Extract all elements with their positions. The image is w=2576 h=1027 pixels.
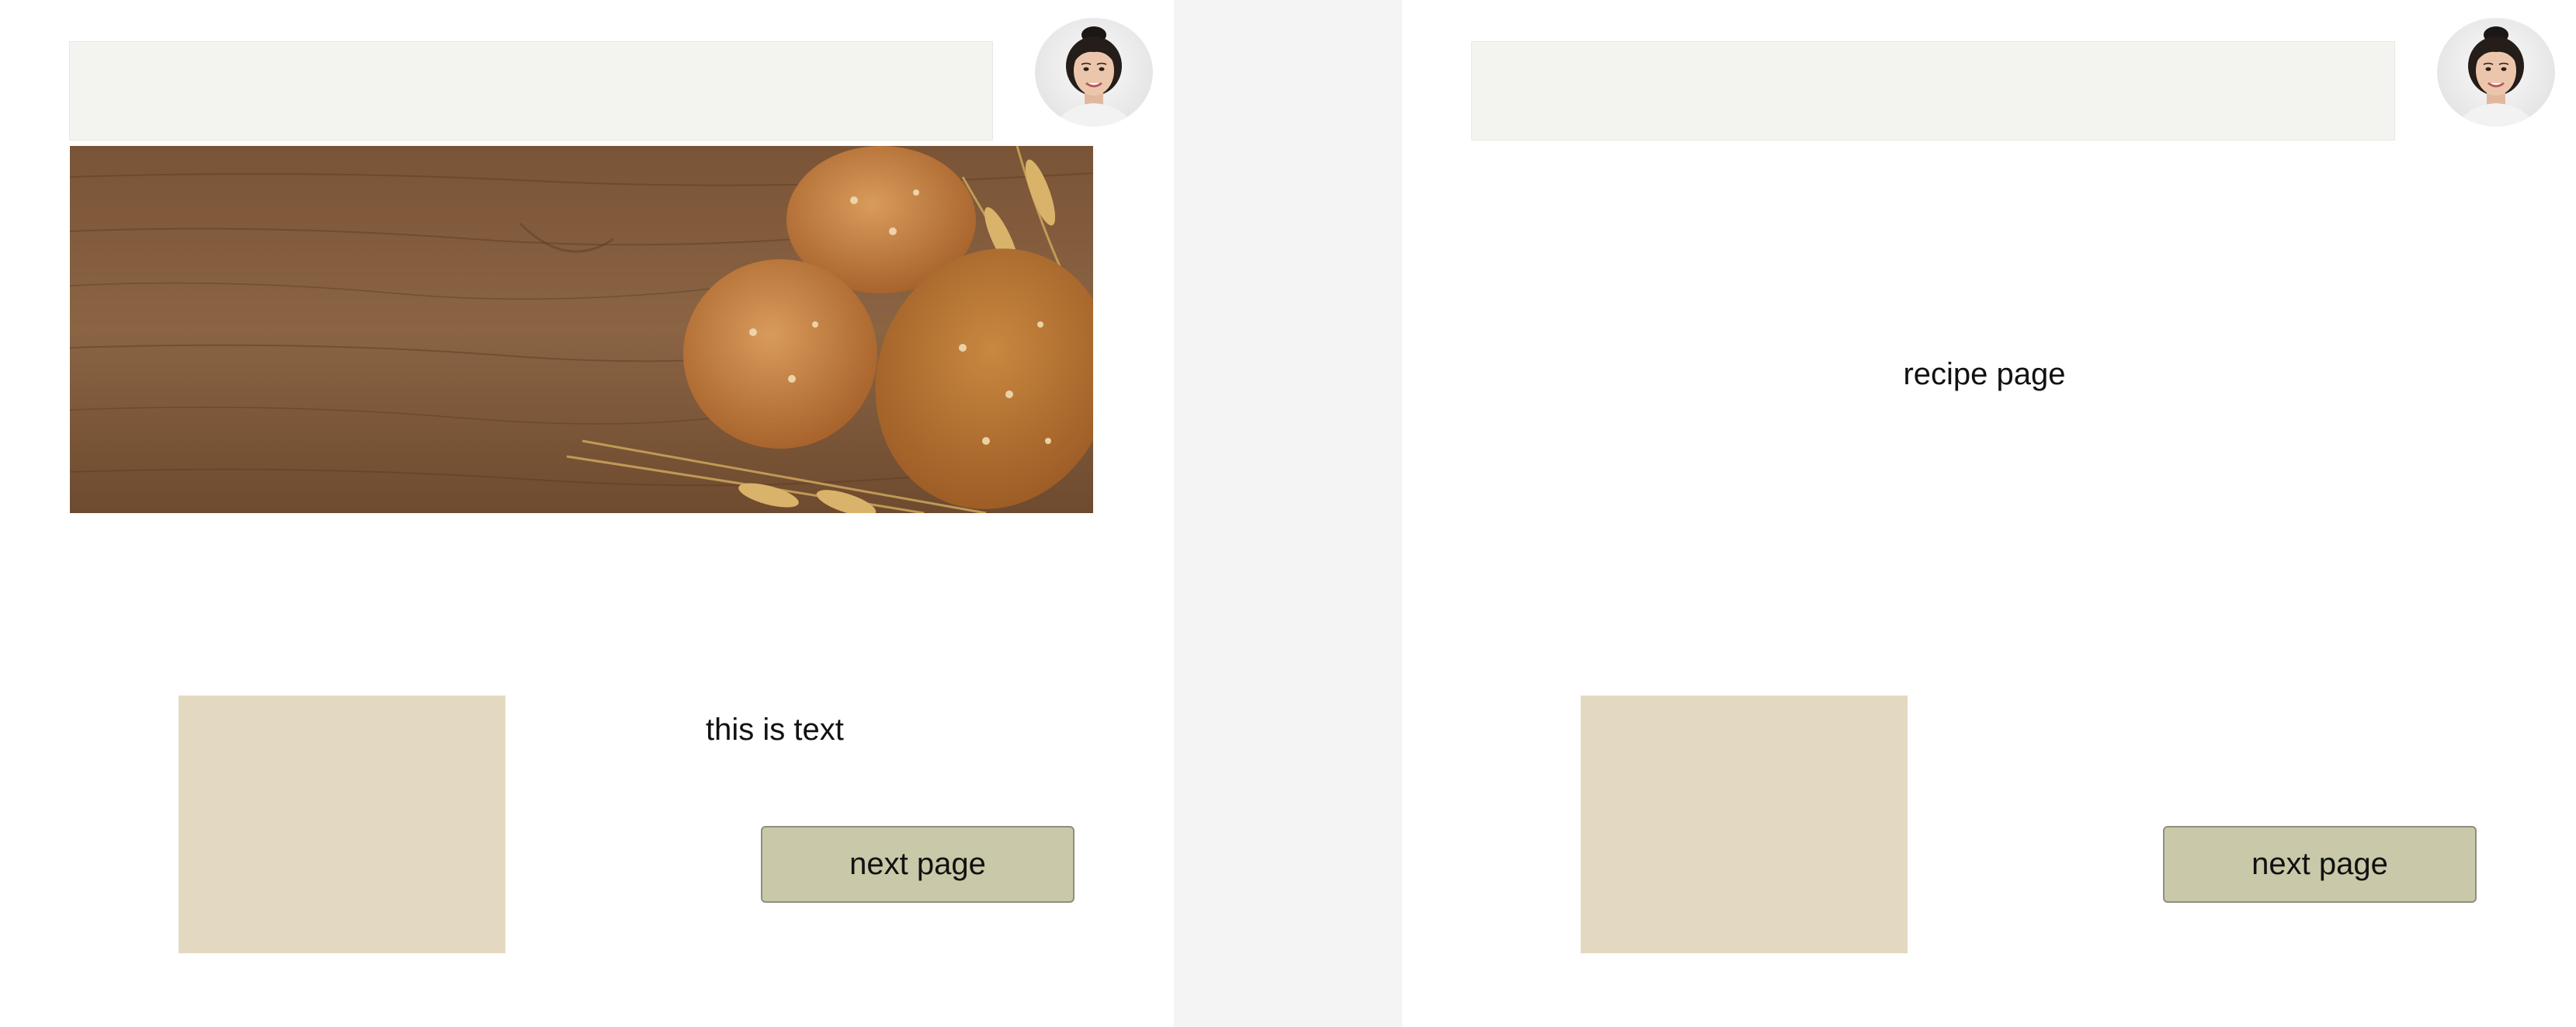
recipe-page-frame: recipe page next page bbox=[1402, 0, 2576, 1027]
image-placeholder bbox=[1581, 696, 1908, 953]
home-page-frame: this is text next page bbox=[0, 0, 1174, 1027]
avatar[interactable] bbox=[2437, 18, 2555, 127]
image-placeholder bbox=[179, 696, 505, 953]
avatar-icon bbox=[2456, 26, 2536, 127]
body-text: this is text bbox=[706, 713, 844, 747]
hero-image bbox=[70, 146, 1093, 513]
next-page-button[interactable]: next page bbox=[761, 826, 1074, 903]
bread-image bbox=[70, 146, 1093, 513]
page-title: recipe page bbox=[1903, 357, 2066, 391]
search-bar[interactable] bbox=[69, 41, 993, 141]
avatar[interactable] bbox=[1035, 18, 1153, 127]
next-page-button[interactable]: next page bbox=[2163, 826, 2477, 903]
avatar-icon bbox=[1054, 26, 1134, 127]
search-bar[interactable] bbox=[1471, 41, 2395, 141]
